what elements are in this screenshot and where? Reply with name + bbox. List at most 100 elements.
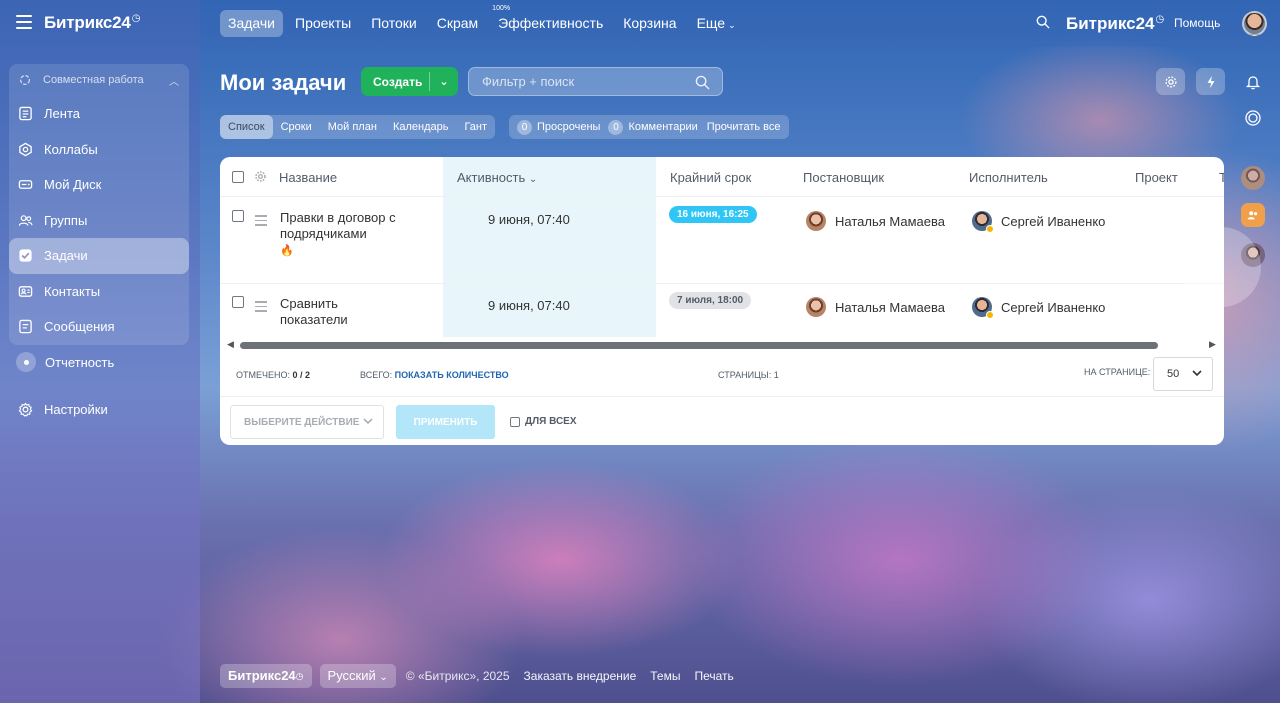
column-header-responsible[interactable]: Исполнитель (969, 170, 1048, 185)
column-header-tags[interactable]: Т (1219, 170, 1224, 185)
footer-logo[interactable]: Битрикс24◷ (220, 663, 312, 688)
themes-link[interactable]: Темы (650, 669, 680, 683)
chevron-up-icon[interactable]: ︿ (169, 73, 179, 88)
create-button[interactable]: Создать ⌄ (361, 67, 458, 96)
chat-group-icon[interactable] (1241, 203, 1265, 227)
bell-icon (1245, 76, 1261, 90)
top-nav-more[interactable]: Еще ⌄ (689, 10, 744, 37)
scroll-left-arrow-icon[interactable]: ◀ (227, 339, 234, 350)
automation-button[interactable] (1196, 68, 1225, 95)
column-header-project[interactable]: Проект (1135, 170, 1178, 185)
checked-label: Отмечено: (236, 370, 290, 380)
counter-comments[interactable]: 0 Комментарии (608, 119, 698, 135)
chat-avatar-1[interactable] (1241, 166, 1265, 190)
chevron-down-icon[interactable]: ⌄ (430, 75, 458, 88)
logo[interactable]: Битрикс24◷ (44, 13, 140, 33)
row-checkbox[interactable] (232, 210, 244, 222)
task-creator[interactable]: Наталья Мамаева (806, 211, 945, 231)
top-nav-efficiency[interactable]: 100% Эффективность (490, 5, 611, 37)
user-avatar[interactable] (1242, 11, 1267, 36)
copilot-button[interactable] (1241, 106, 1265, 130)
column-header-name[interactable]: Название (279, 170, 337, 185)
sidebar-item-messages[interactable]: Сообщения (9, 309, 189, 345)
task-creator[interactable]: Наталья Мамаева (806, 297, 945, 317)
deadline-badge[interactable]: 16 июня, 16:25 (669, 206, 757, 223)
top-nav-projects[interactable]: Проекты (287, 10, 359, 37)
checked-count: Отмечено: 0 / 2 (236, 370, 310, 380)
search-icon[interactable] (695, 75, 710, 90)
tab-gantt[interactable]: Гант (456, 115, 495, 139)
filter-search-box[interactable] (468, 67, 723, 96)
settings-button[interactable] (1156, 68, 1185, 95)
per-page-select[interactable]: 50 (1153, 357, 1213, 391)
row-checkbox[interactable] (232, 296, 244, 308)
apply-button[interactable]: Применить (396, 405, 495, 439)
sidebar-item-collabs[interactable]: Коллабы (9, 132, 189, 168)
column-header-activity[interactable]: Активность ⌄ (457, 170, 537, 185)
brand-right[interactable]: Битрикс24◷ (1066, 14, 1164, 34)
task-name[interactable]: Правки в договор с подрядчиками 🔥 (280, 210, 400, 259)
chevron-down-icon: ⌄ (728, 20, 736, 30)
sidebar-item-feed[interactable]: Лента (9, 96, 189, 132)
top-nav-label: Проекты (295, 15, 352, 31)
table-row[interactable]: Сравнить показатели 9 июня, 07:40 7 июля… (220, 284, 1224, 337)
drag-handle-icon[interactable] (255, 215, 267, 229)
drag-handle-icon[interactable] (255, 301, 267, 315)
top-nav-label: Еще (696, 15, 726, 31)
top-nav-scrum[interactable]: Скрам (429, 10, 486, 37)
sidebar-item-disk[interactable]: Мой Диск (9, 167, 189, 203)
horizontal-scrollbar[interactable]: ◀ ▶ (220, 339, 1224, 353)
messages-icon (19, 320, 32, 334)
language-select[interactable]: Русский ⌄ (319, 663, 396, 688)
counter-overdue[interactable]: 0 Просрочены (517, 119, 601, 135)
top-nav-trash[interactable]: Корзина (615, 10, 684, 37)
action-select[interactable]: Выберите действие (230, 405, 384, 439)
column-settings-gear-icon[interactable] (254, 170, 267, 183)
person-name: Сергей Иваненко (1001, 299, 1106, 315)
print-link[interactable]: Печать (694, 669, 733, 683)
sidebar-item-label: Лента (44, 106, 80, 122)
sidebar-item-contacts[interactable]: Контакты (9, 274, 189, 310)
order-implementation-link[interactable]: Заказать внедрение (524, 669, 637, 683)
for-all-checkbox[interactable]: Для всех (510, 416, 577, 427)
column-header-creator[interactable]: Постановщик (803, 170, 884, 185)
table-row[interactable]: Правки в договор с подрядчиками 🔥 9 июня,… (220, 198, 1224, 284)
task-name[interactable]: Сравнить показатели (280, 296, 400, 328)
checked-value: 0 / 2 (292, 370, 311, 380)
task-responsible[interactable]: Сергей Иваненко (972, 297, 1106, 319)
total-label: Всего: (360, 370, 393, 380)
counter-label: Просрочены (537, 121, 601, 133)
sidebar-item-reports[interactable]: Отчетность (9, 345, 189, 381)
search-icon[interactable] (1036, 15, 1050, 29)
scrollbar-thumb[interactable] (240, 342, 1158, 349)
top-nav-label: Скрам (436, 15, 479, 31)
show-count-link[interactable]: Показать количество (395, 370, 509, 380)
tab-list[interactable]: Список (220, 115, 273, 139)
tab-my-plan[interactable]: Мой план (320, 115, 385, 139)
tab-calendar[interactable]: Календарь (385, 115, 457, 139)
sidebar-item-groups[interactable]: Группы (9, 203, 189, 239)
read-all-link[interactable]: Прочитать все (707, 121, 781, 133)
scroll-right-button[interactable] (1181, 227, 1261, 307)
top-nav: Задачи Проекты Потоки Скрам 100% Эффектив… (220, 5, 748, 37)
sidebar-item-label: Настройки (44, 402, 108, 418)
filter-search-input[interactable] (482, 74, 682, 89)
sidebar-item-tasks[interactable]: Задачи (9, 238, 189, 274)
per-page-value: 50 (1167, 368, 1180, 380)
sidebar-group-header[interactable]: Совместная работа ︿ (9, 64, 189, 96)
collab-work-icon (20, 75, 30, 85)
tab-deadlines[interactable]: Сроки (273, 115, 320, 139)
avatar (806, 297, 826, 317)
help-link[interactable]: Помощь (1174, 16, 1220, 30)
menu-toggle-icon[interactable] (16, 15, 32, 29)
top-nav-flows[interactable]: Потоки (363, 10, 425, 37)
column-header-deadline[interactable]: Крайний срок (670, 170, 751, 185)
select-all-checkbox[interactable] (232, 171, 244, 183)
top-nav-tasks[interactable]: Задачи (220, 10, 284, 37)
deadline-badge[interactable]: 7 июля, 18:00 (669, 292, 752, 309)
task-responsible[interactable]: Сергей Иваненко (972, 211, 1105, 233)
sidebar-item-settings[interactable]: Настройки (9, 392, 189, 428)
scroll-right-arrow-icon[interactable]: ▶ (1209, 339, 1216, 350)
checkbox[interactable] (510, 416, 520, 427)
notifications-button[interactable] (1241, 70, 1265, 94)
